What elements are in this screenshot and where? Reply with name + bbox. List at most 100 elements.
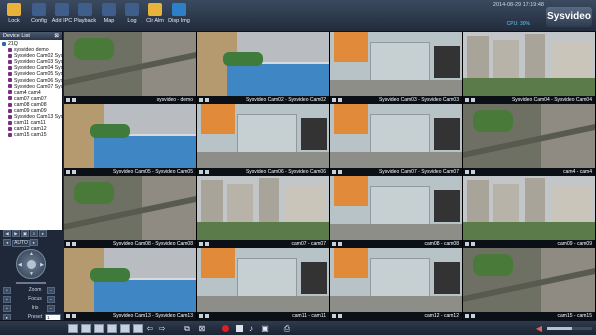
toolbar-button[interactable]: Map bbox=[97, 2, 121, 30]
auto-button[interactable]: AUTO bbox=[12, 240, 30, 247]
video-tile[interactable]: Sysvideo Cam07 - Sysvideo Cam07 bbox=[330, 104, 462, 176]
edit-icon[interactable] bbox=[199, 314, 203, 318]
audio-icon[interactable] bbox=[338, 98, 342, 102]
video-tile[interactable]: cam07 - cam07 bbox=[197, 176, 329, 248]
ptz-left-icon[interactable]: ◀ bbox=[18, 262, 22, 268]
toolbar-button[interactable]: Log bbox=[120, 2, 144, 30]
audio-icon[interactable] bbox=[72, 242, 76, 246]
audio-icon[interactable] bbox=[72, 314, 76, 318]
video-feed[interactable] bbox=[463, 176, 595, 240]
audio-icon[interactable] bbox=[205, 242, 209, 246]
layout-4-icon[interactable] bbox=[81, 324, 91, 333]
toolbar-button[interactable]: Add IPC bbox=[50, 2, 74, 30]
stop-icon[interactable] bbox=[236, 325, 243, 332]
video-feed[interactable] bbox=[463, 248, 595, 312]
edit-icon[interactable] bbox=[332, 242, 336, 246]
ptz-up-icon[interactable]: ▲ bbox=[29, 251, 34, 257]
video-feed[interactable] bbox=[64, 104, 196, 168]
toolbar-button[interactable]: Playback bbox=[73, 2, 97, 30]
ptz-center-icon[interactable] bbox=[27, 260, 36, 269]
video-tile[interactable]: cam11 - cam11 bbox=[197, 248, 329, 320]
next-icon[interactable]: ▶ bbox=[12, 230, 20, 237]
video-feed[interactable] bbox=[197, 176, 329, 240]
video-feed[interactable] bbox=[64, 248, 196, 312]
prev-icon[interactable]: ◀ bbox=[3, 230, 11, 237]
audio-icon[interactable] bbox=[205, 98, 209, 102]
video-tile[interactable]: cam08 - cam08 bbox=[330, 176, 462, 248]
audio-icon[interactable] bbox=[205, 314, 209, 318]
video-feed[interactable] bbox=[330, 32, 462, 96]
toolbar-button[interactable]: Clr Alm bbox=[143, 2, 167, 30]
edit-icon[interactable] bbox=[66, 242, 70, 246]
ptz-speed-slider[interactable] bbox=[16, 282, 46, 284]
video-tile[interactable]: cam12 - cam12 bbox=[330, 248, 462, 320]
audio-icon[interactable] bbox=[205, 170, 209, 174]
layout-8-icon[interactable] bbox=[107, 324, 117, 333]
focus-in-button[interactable]: + bbox=[3, 296, 11, 303]
edit-icon[interactable] bbox=[66, 98, 70, 102]
edit-icon[interactable] bbox=[199, 242, 203, 246]
video-feed[interactable] bbox=[197, 248, 329, 312]
tree-item[interactable]: cam15 cam15 bbox=[2, 132, 62, 138]
video-feed[interactable] bbox=[197, 104, 329, 168]
volume-slider[interactable] bbox=[547, 327, 592, 330]
list-icon[interactable]: ≡ bbox=[30, 230, 38, 237]
edit-icon[interactable] bbox=[465, 98, 469, 102]
video-feed[interactable] bbox=[463, 32, 595, 96]
video-tile[interactable]: Sysvideo Cam06 - Sysvideo Cam06 bbox=[197, 104, 329, 176]
ptz-down-icon[interactable]: ▼ bbox=[29, 271, 34, 277]
edit-icon[interactable] bbox=[199, 170, 203, 174]
close-icon[interactable]: ⊠ bbox=[54, 32, 59, 40]
edit-icon[interactable] bbox=[199, 98, 203, 102]
audio-icon[interactable] bbox=[471, 98, 475, 102]
toolbar-button[interactable]: Config bbox=[27, 2, 51, 30]
prev-page-icon[interactable]: ⇦ bbox=[145, 324, 155, 333]
microphone-icon[interactable]: ♪ bbox=[246, 324, 256, 333]
video-tile[interactable]: cam15 - cam15 bbox=[463, 248, 595, 320]
video-feed[interactable] bbox=[330, 104, 462, 168]
zoom-out-button[interactable]: − bbox=[47, 287, 55, 294]
speaker-icon[interactable]: ◀ bbox=[534, 324, 544, 333]
step-right-button[interactable]: ▸ bbox=[30, 239, 38, 246]
video-feed[interactable] bbox=[330, 248, 462, 312]
channel-icon[interactable]: ▣ bbox=[21, 230, 29, 237]
stop-sequence-icon[interactable]: ⊠ bbox=[197, 324, 207, 333]
video-feed[interactable] bbox=[64, 32, 196, 96]
layout-16-icon[interactable] bbox=[133, 324, 143, 333]
layout-6-icon[interactable] bbox=[94, 324, 104, 333]
video-tile[interactable]: Sysvideo Cam05 - Sysvideo Cam05 bbox=[64, 104, 196, 176]
edit-icon[interactable] bbox=[66, 314, 70, 318]
audio-icon[interactable] bbox=[72, 98, 76, 102]
audio-icon[interactable] bbox=[471, 170, 475, 174]
record-icon[interactable] bbox=[222, 325, 229, 332]
edit-icon[interactable] bbox=[332, 314, 336, 318]
snapshot-icon[interactable]: ▣ bbox=[260, 324, 270, 333]
video-tile[interactable]: cam4 - cam4 bbox=[463, 104, 595, 176]
ptz-right-icon[interactable]: ▶ bbox=[40, 262, 44, 268]
video-tile[interactable]: Sysvideo Cam02 - Sysvideo Cam02 bbox=[197, 32, 329, 104]
toolbar-button[interactable]: Lock bbox=[2, 2, 26, 30]
focus-out-button[interactable]: − bbox=[47, 296, 55, 303]
step-left-button[interactable]: ◂ bbox=[3, 239, 11, 246]
video-tile[interactable]: cam09 - cam09 bbox=[463, 176, 595, 248]
next-channel-icon[interactable]: ▸ bbox=[39, 230, 47, 237]
audio-icon[interactable] bbox=[338, 242, 342, 246]
audio-icon[interactable] bbox=[471, 314, 475, 318]
edit-icon[interactable] bbox=[465, 242, 469, 246]
edit-icon[interactable] bbox=[465, 170, 469, 174]
zoom-in-button[interactable]: + bbox=[3, 287, 11, 294]
video-tile[interactable]: Sysvideo Cam13 - Sysvideo Cam13 bbox=[64, 248, 196, 320]
video-tile[interactable]: Sysvideo Cam08 - Sysvideo Cam08 bbox=[64, 176, 196, 248]
toolbar-button[interactable]: Disp Img bbox=[167, 2, 191, 30]
video-feed[interactable] bbox=[64, 176, 196, 240]
edit-icon[interactable] bbox=[66, 170, 70, 174]
video-tile[interactable]: Sysvideo Cam03 - Sysvideo Cam03 bbox=[330, 32, 462, 104]
edit-icon[interactable] bbox=[332, 170, 336, 174]
edit-icon[interactable] bbox=[465, 314, 469, 318]
sequence-icon[interactable]: ⧉ bbox=[182, 324, 192, 333]
layout-9-icon[interactable] bbox=[120, 324, 130, 333]
video-feed[interactable] bbox=[197, 32, 329, 96]
audio-icon[interactable] bbox=[72, 170, 76, 174]
video-feed[interactable] bbox=[463, 104, 595, 168]
print-icon[interactable]: ⎙ bbox=[282, 324, 292, 333]
